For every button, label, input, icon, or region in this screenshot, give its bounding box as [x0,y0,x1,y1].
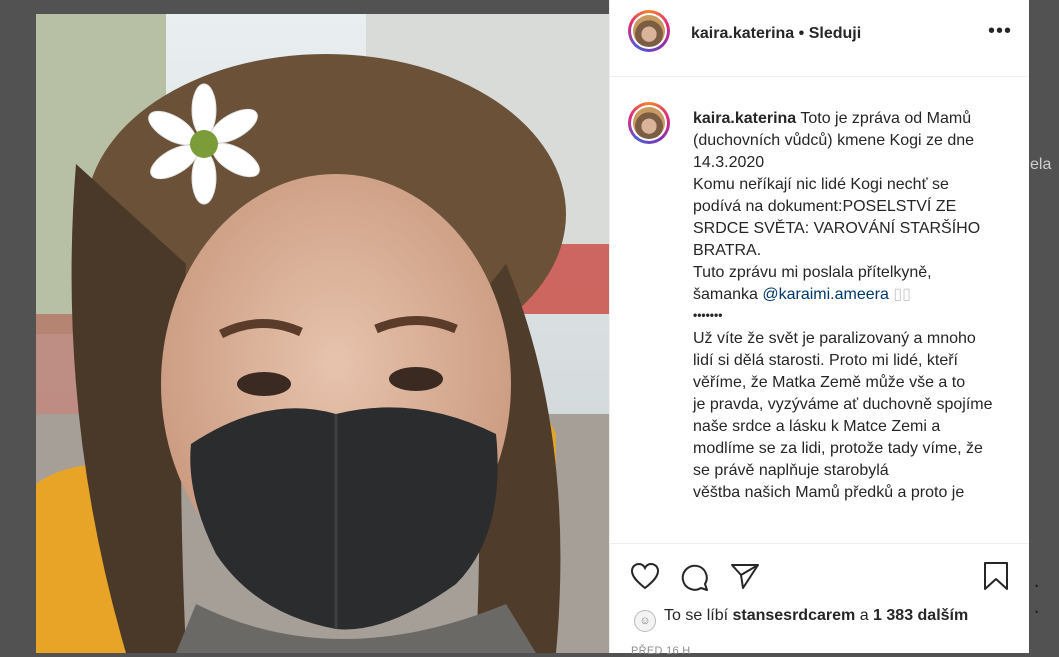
author-avatar[interactable] [628,10,670,52]
likes-others-link[interactable]: 1 383 dalším [873,607,968,624]
likes-summary: ☺ To se líbí stansesrdcarem a 1 383 další… [634,607,968,632]
emoji-placeholder: ▯▯ [893,286,911,303]
caption-dots: ••••••• [693,308,723,322]
following-button[interactable]: Sleduji [809,25,861,42]
caption-scroll-area[interactable]: kaira.katerina Toto je zpráva od Mamů (d… [610,77,1029,543]
likes-prefix: To se líbí [664,607,729,624]
comment-icon[interactable] [680,562,710,597]
avatar-image [633,15,665,47]
post-side-panel: kaira.katerina • Sleduji ••• kaira.kater… [609,0,1029,657]
caption-paragraph: Už víte že svět je paralizovaný a mnoho … [693,330,976,391]
caption-avatar[interactable] [628,102,670,144]
post-header: kaira.katerina • Sleduji ••• [610,0,1029,77]
more-horizontal-icon[interactable]: ••• [988,20,1012,43]
author-header-line: kaira.katerina • Sleduji [691,25,861,43]
post-actions: ☺ To se líbí stansesrdcarem a 1 383 další… [610,543,1029,657]
background-peek-dots: · · [1033,572,1045,623]
post-timestamp[interactable]: PŘED 16 H [631,645,691,657]
mention-link[interactable]: @karaimi.ameera [762,286,889,303]
likes-conjunction: a [859,607,869,624]
caption-paragraph: věštba našich Mamů předků a proto je [693,484,965,501]
header-separator: • [798,25,805,42]
liker-username-link[interactable]: stansesrdcarem [732,607,855,624]
liker-avatar[interactable]: ☺ [634,610,656,632]
heart-icon[interactable] [630,562,660,595]
post-caption: kaira.katerina Toto je zpráva od Mamů (d… [693,108,993,504]
caption-username-link[interactable]: kaira.katerina [693,110,796,127]
post-photo-illustration [36,14,609,653]
paper-plane-icon[interactable] [730,562,760,595]
caption-paragraph: je pravda, vyzýváme ať duchovně spojíme … [693,396,993,479]
avatar-image [633,107,665,139]
caption-paragraph: Komu neříkají nic lidé Kogi nechť se pod… [693,176,981,259]
post-photo[interactable] [36,14,609,653]
caption-paragraph: Tuto zprávu mi poslala přítelkyně, šaman… [693,262,993,306]
bookmark-icon[interactable] [982,561,1010,596]
background-peek-text: ela [1030,156,1052,173]
author-username-link[interactable]: kaira.katerina [691,25,794,42]
